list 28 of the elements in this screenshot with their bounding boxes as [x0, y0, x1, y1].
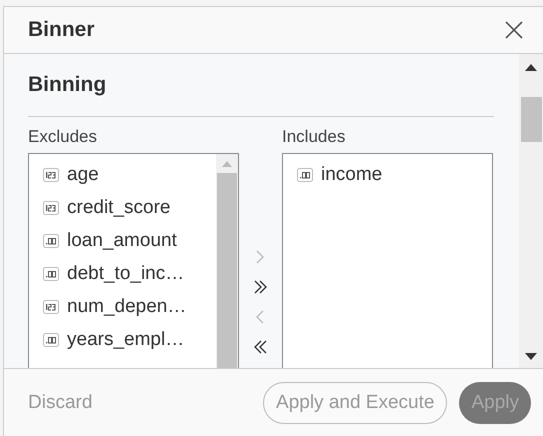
scrollbar[interactable] [519, 54, 543, 368]
integer-type-icon [43, 200, 59, 214]
scrollbar[interactable] [216, 154, 238, 368]
decimal-type-icon [43, 266, 59, 280]
dialog-title: Binner [28, 18, 95, 42]
list-label: Excludes [28, 127, 98, 147]
list-label: Includes [282, 127, 346, 147]
scrollbar-thumb[interactable] [217, 173, 237, 368]
list-item[interactable]: num_depen… [29, 290, 216, 323]
scrollbar-thumb[interactable] [520, 97, 542, 142]
double-chevron-right-icon [253, 279, 268, 295]
list-item[interactable]: credit_score [29, 191, 216, 224]
integer-type-icon [43, 168, 59, 182]
close-button[interactable] [505, 21, 523, 39]
list-item[interactable]: loan_amount [29, 224, 216, 257]
list-item[interactable]: age [29, 158, 216, 191]
double-chevron-left-icon [253, 339, 268, 355]
close-icon [505, 21, 523, 39]
integer-type-icon [43, 300, 59, 314]
list-item[interactable]: income [283, 158, 492, 191]
decimal-type-icon [43, 234, 59, 248]
list-item[interactable]: debt_to_inc… [29, 257, 216, 290]
decimal-type-icon [297, 168, 313, 182]
section-title: Binning [28, 73, 108, 97]
decimal-type-icon [43, 332, 59, 346]
scroll-up-icon[interactable] [525, 64, 537, 71]
scroll-down-icon[interactable] [525, 353, 537, 360]
list-item[interactable]: years_empl… [29, 323, 216, 356]
